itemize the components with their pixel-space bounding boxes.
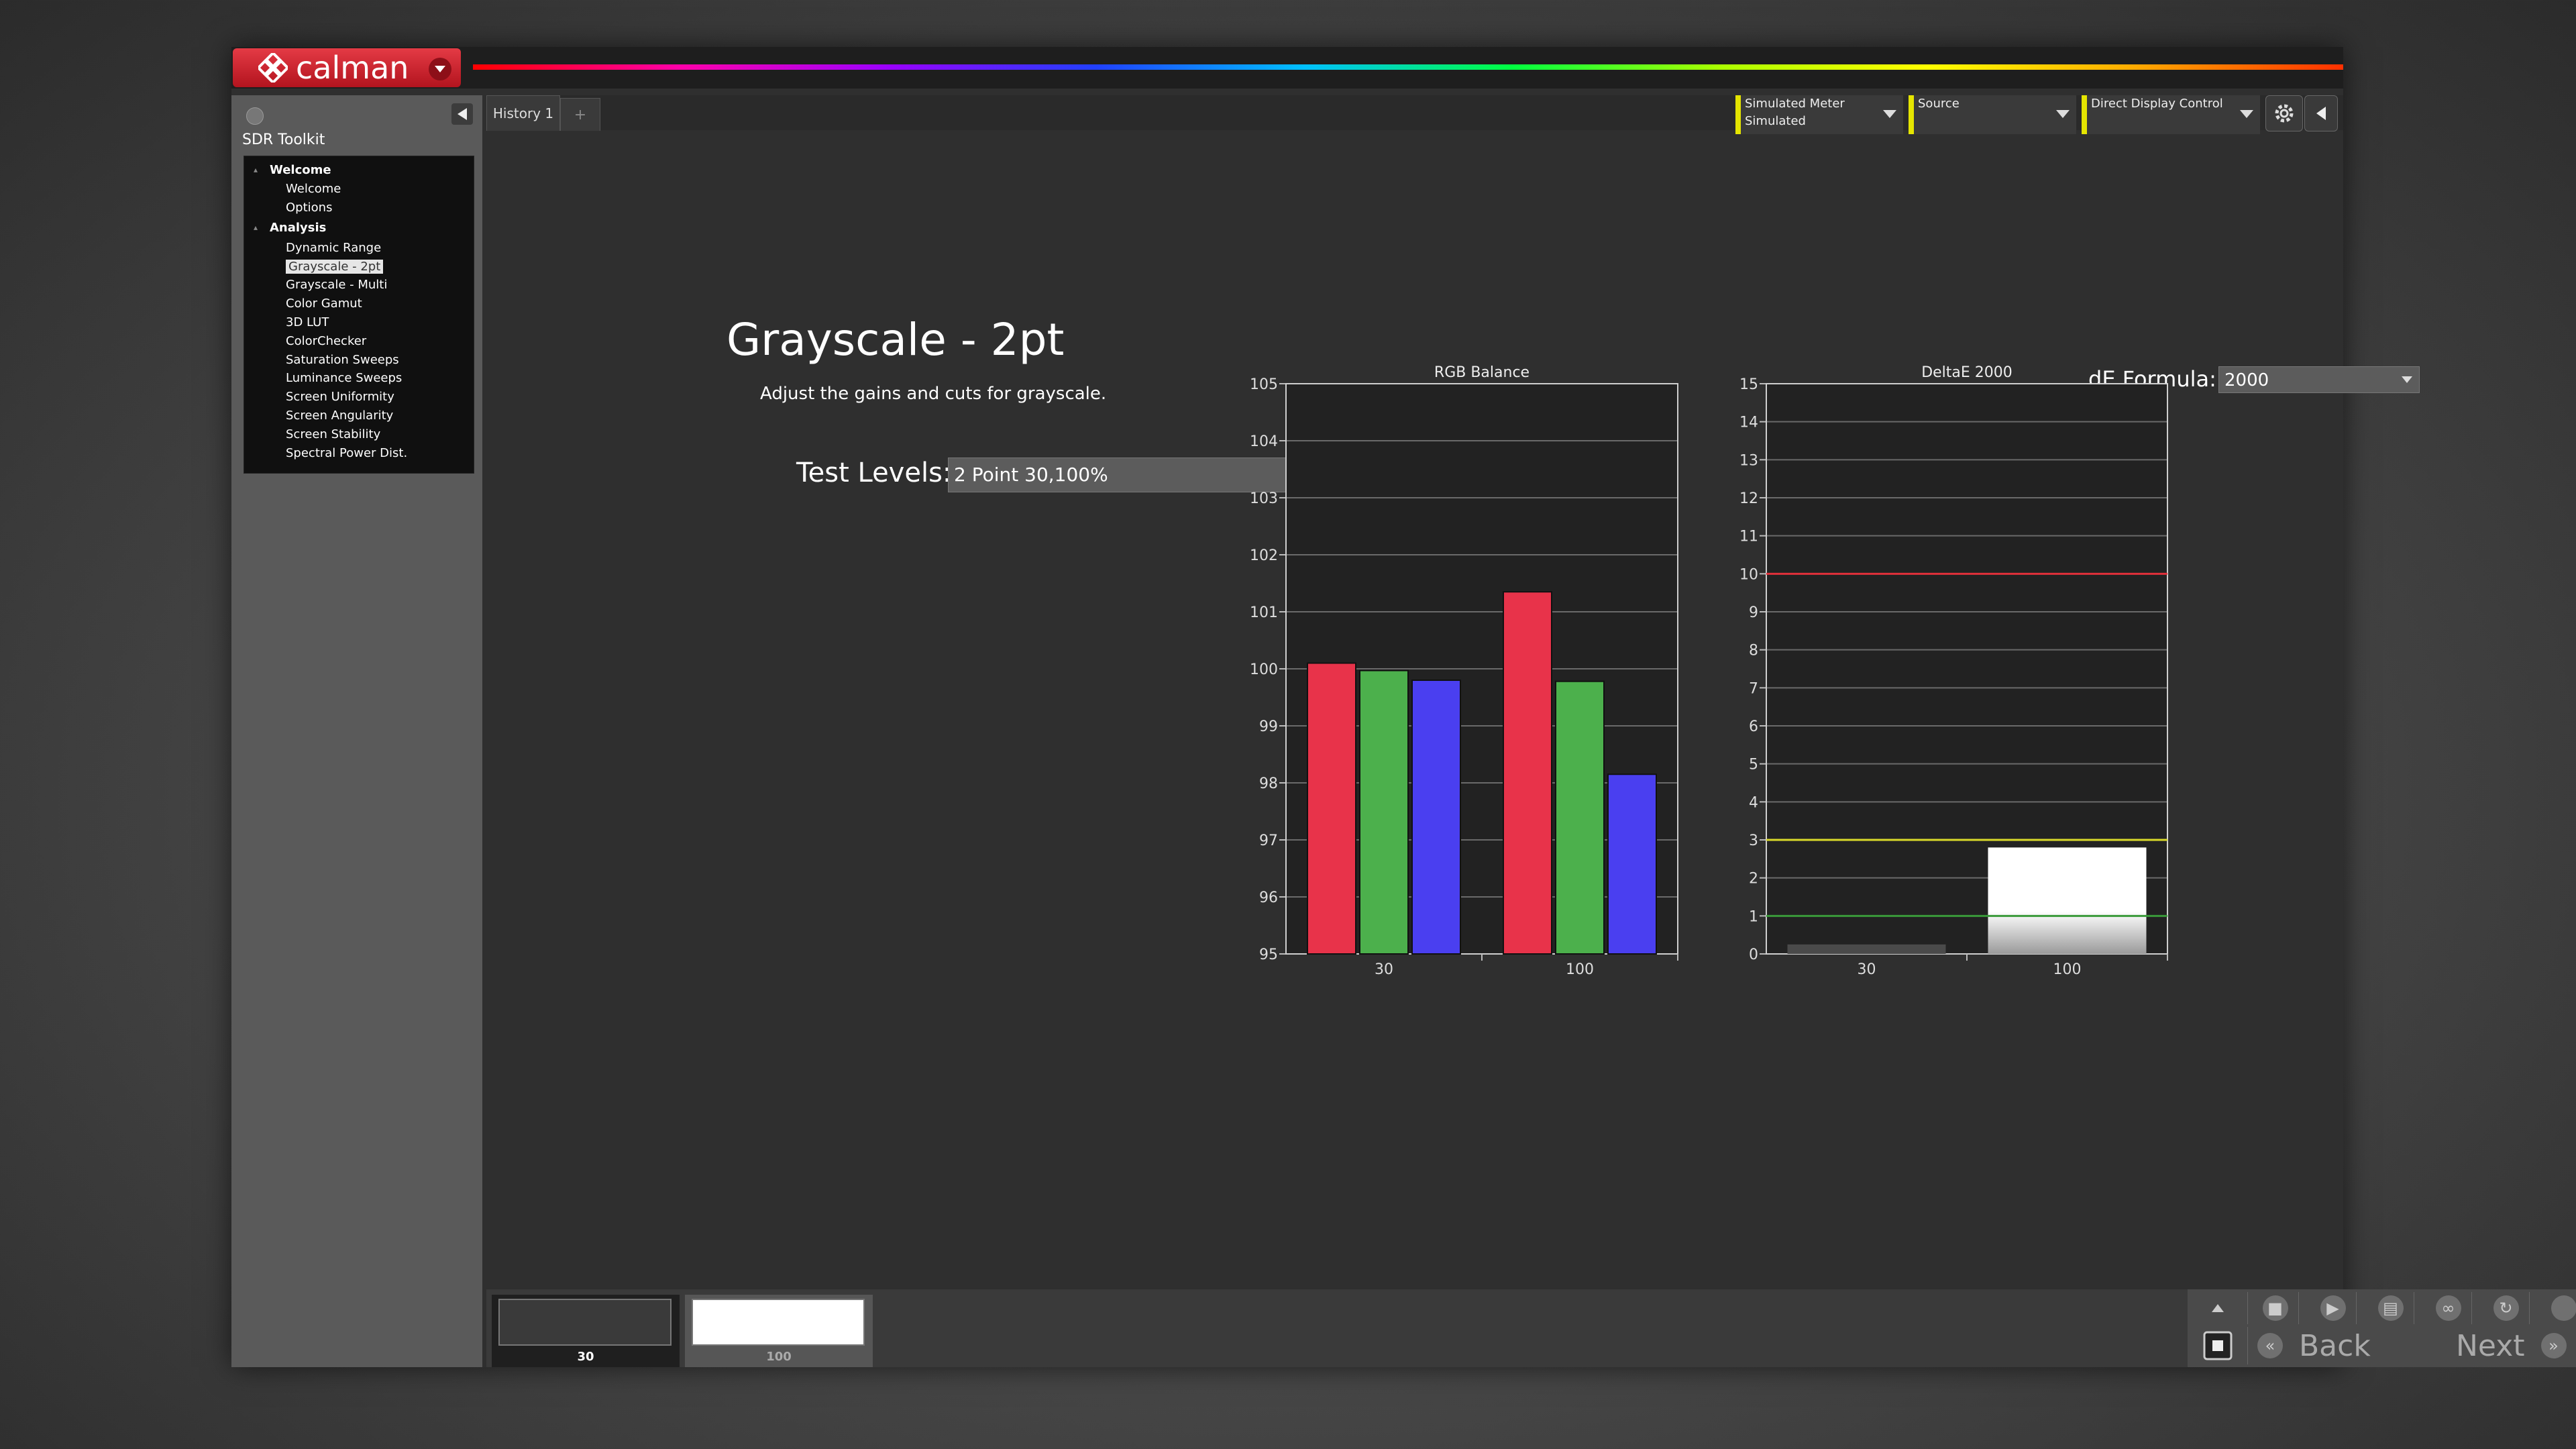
y-tick-label: 14 — [1739, 415, 1758, 431]
y-tick-label: 11 — [1739, 529, 1758, 545]
y-tick-label: 99 — [1259, 718, 1278, 735]
continuous-button[interactable]: ∞ — [2425, 1292, 2472, 1324]
double-chevron-left-icon: « — [2257, 1333, 2283, 1358]
refresh-icon: ↻ — [2493, 1295, 2519, 1321]
bar — [1555, 680, 1605, 955]
stop-button[interactable] — [2188, 1327, 2248, 1364]
deltae-chart: 0123456789101112131415DeltaE 200030 100 — [1739, 364, 2168, 978]
swatch-tile[interactable]: 100 — [685, 1295, 873, 1367]
y-tick-label: 10 — [1739, 566, 1758, 583]
back-label: Back — [2299, 1328, 2371, 1363]
calman-window: calman SDR Toolkit ▴ Welcome Welcome Option… — [231, 47, 2576, 1367]
chevron-up-icon — [2211, 1304, 2224, 1312]
bar — [1988, 847, 2147, 954]
circle-icon — [2551, 1295, 2576, 1321]
x-tick-label: 100 — [2053, 961, 2082, 978]
record-button[interactable] — [2540, 1292, 2576, 1324]
up-button[interactable] — [2188, 1292, 2248, 1324]
stop-read-button[interactable]: ■ — [2252, 1292, 2299, 1324]
swatch-color — [498, 1299, 672, 1346]
y-tick-label: 95 — [1259, 947, 1278, 963]
y-tick-label: 0 — [1749, 947, 1758, 963]
y-tick-label: 98 — [1259, 775, 1278, 792]
chart-title: DeltaE 2000 — [1921, 364, 2012, 381]
y-tick-label: 1 — [1749, 908, 1758, 925]
y-tick-label: 105 — [1250, 376, 1278, 393]
bottom-bar: 30 100 ■ ▶ ▤ ∞ ↻ « Back Next » — [486, 1289, 2576, 1367]
y-tick-label: 12 — [1739, 490, 1758, 507]
next-button[interactable]: Next » — [2456, 1328, 2567, 1363]
bar — [1307, 662, 1356, 955]
bar — [1411, 680, 1461, 955]
chart-title: RGB Balance — [1434, 364, 1529, 381]
y-tick-label: 3 — [1749, 833, 1758, 849]
x-tick-label: 100 — [1566, 961, 1594, 978]
play-icon: ▶ — [2320, 1295, 2346, 1321]
x-tick-label: 30 — [1858, 961, 1876, 978]
y-tick-label: 5 — [1749, 757, 1758, 773]
y-tick-label: 96 — [1259, 890, 1278, 906]
chevron-down-icon — [2402, 376, 2412, 383]
y-tick-label: 4 — [1749, 794, 1758, 811]
play-button[interactable]: ▶ — [2310, 1292, 2357, 1324]
save-button[interactable]: ▤ — [2367, 1292, 2414, 1324]
y-tick-label: 97 — [1259, 833, 1278, 849]
y-tick-label: 102 — [1250, 547, 1278, 564]
bar — [1607, 773, 1657, 955]
x-tick-label: 30 — [1375, 961, 1393, 978]
bar — [1359, 669, 1409, 955]
y-tick-label: 9 — [1749, 604, 1758, 621]
rgb-balance-chart: 95 96 97 98 99 100 101 102 103 104 105 RGB Balance 3… — [1250, 364, 1678, 978]
swatch-tile[interactable]: 30 — [492, 1295, 680, 1367]
charts-area: 9596979899100101102103104105RGB Balance3… — [1250, 364, 2168, 978]
y-tick-label: 8 — [1749, 643, 1758, 659]
double-chevron-right-icon: » — [2540, 1333, 2567, 1358]
stop-icon: ■ — [2262, 1295, 2288, 1321]
swatch-label: 30 — [577, 1350, 594, 1364]
bar — [1503, 591, 1552, 955]
y-tick-label: 100 — [1250, 661, 1278, 678]
infinity-icon: ∞ — [2435, 1295, 2461, 1321]
y-tick-label: 13 — [1739, 452, 1758, 469]
y-tick-label: 7 — [1749, 680, 1758, 697]
swatch-color — [692, 1299, 865, 1346]
y-tick-label: 2 — [1749, 871, 1758, 888]
stop-icon — [2203, 1331, 2232, 1360]
swatch-label: 100 — [766, 1350, 792, 1364]
control-panel: ■ ▶ ▤ ∞ ↻ « Back Next » — [2188, 1289, 2576, 1367]
bar — [1787, 944, 1946, 954]
y-tick-label: 101 — [1250, 604, 1278, 621]
save-icon: ▤ — [2377, 1295, 2404, 1321]
back-button[interactable]: « Back — [2257, 1328, 2371, 1363]
next-label: Next — [2456, 1328, 2525, 1363]
y-tick-label: 103 — [1250, 490, 1278, 507]
refresh-button[interactable]: ↻ — [2483, 1292, 2530, 1324]
y-tick-label: 6 — [1749, 718, 1758, 735]
y-tick-label: 15 — [1739, 376, 1758, 393]
y-tick-label: 104 — [1250, 433, 1278, 450]
